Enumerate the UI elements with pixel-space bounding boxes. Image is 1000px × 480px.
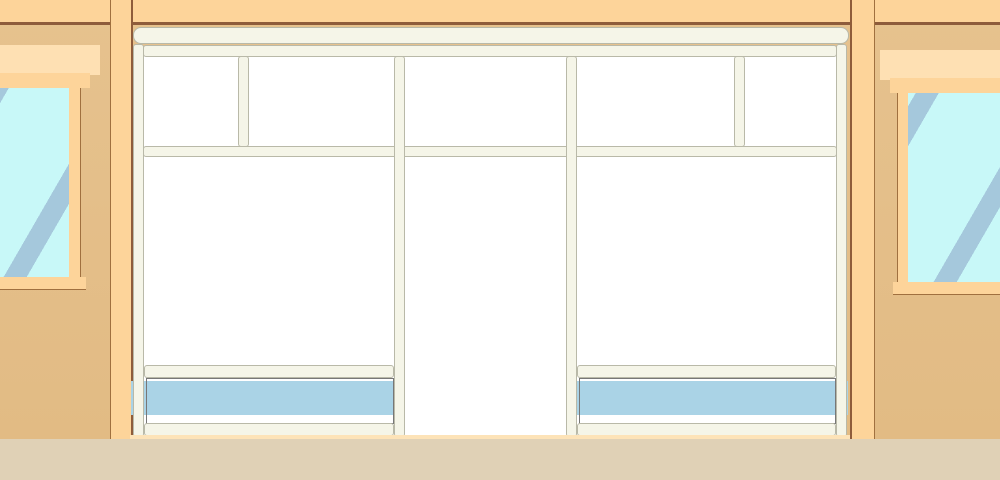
- right-window-top-frame: [890, 78, 1000, 93]
- door-left-post: [394, 56, 405, 437]
- left-window-side-frame: [69, 88, 81, 278]
- left-kick-panel: [146, 378, 394, 424]
- right-kick-panel: [579, 378, 836, 424]
- left-panel-upper-rail: [144, 365, 394, 378]
- left-window-awning: [0, 45, 100, 75]
- right-pillar: [850, 0, 875, 440]
- right-window-sill: [893, 282, 1000, 295]
- left-window-top-frame: [0, 73, 90, 88]
- door-right-post: [566, 56, 577, 437]
- left-window-sill: [0, 277, 86, 290]
- top-header-bar: [133, 27, 849, 44]
- transom-top-rail: [143, 45, 837, 57]
- right-window-awning: [880, 50, 1000, 80]
- floor: [0, 439, 1000, 480]
- frame-left-post: [133, 44, 144, 437]
- frame-right-post: [836, 44, 847, 437]
- transom-mullion: [734, 56, 745, 147]
- left-window-glass: [0, 88, 70, 278]
- left-pillar: [110, 0, 133, 440]
- right-window-glass: [908, 93, 1000, 283]
- transom-mullion: [238, 56, 249, 147]
- transom-bottom-rail: [143, 146, 837, 157]
- right-panel-upper-rail: [577, 365, 836, 378]
